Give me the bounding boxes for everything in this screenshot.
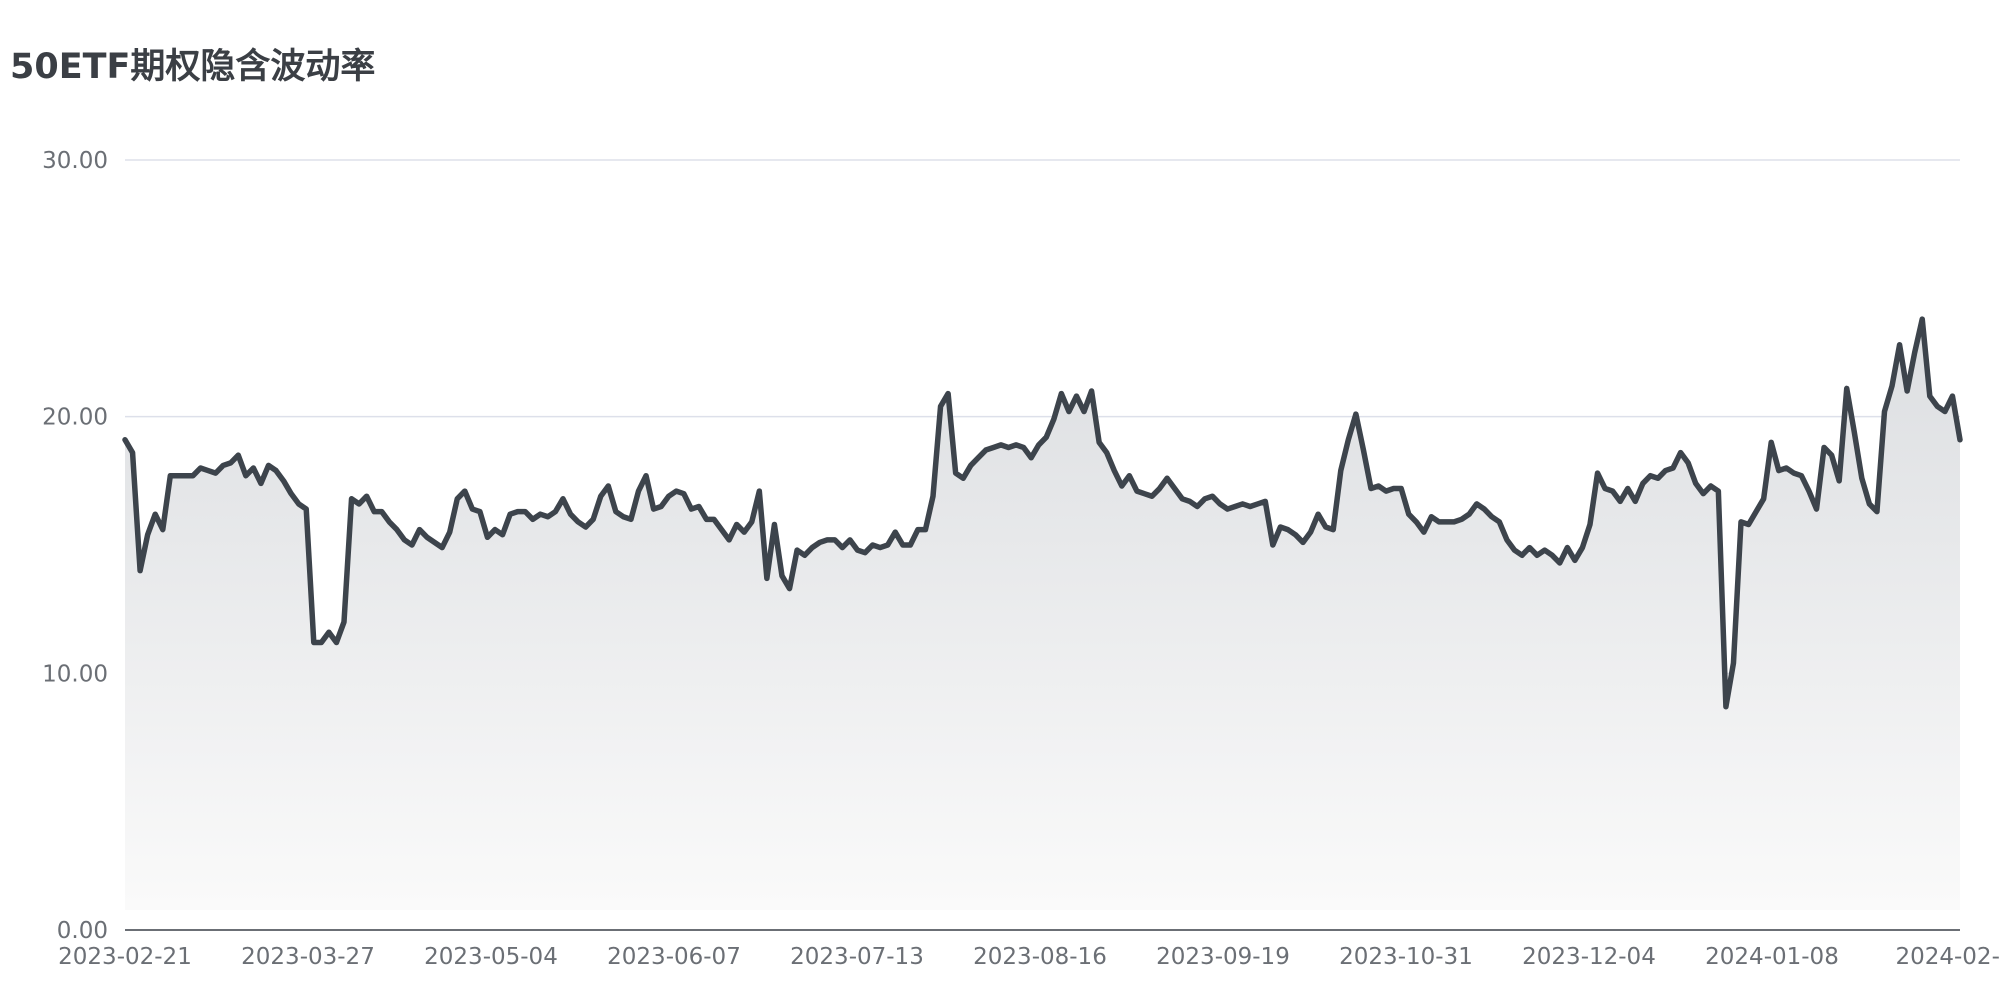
x-tick-label: 2023-10-31 <box>1339 944 1473 970</box>
y-axis-ticks: 0.00 10.00 20.00 30.00 <box>42 148 108 944</box>
x-tick-label: 2023-12-04 <box>1522 944 1656 970</box>
area-fill <box>125 319 1960 910</box>
y-tick-label: 20.00 <box>42 405 108 431</box>
x-tick-label: 2023-05-04 <box>424 944 558 970</box>
x-axis-ticks: 2023-02-21 2023-03-27 2023-05-04 2023-06-07… <box>58 944 2000 970</box>
y-tick-label: 30.00 <box>42 148 108 174</box>
x-tick-label: 2023-09-19 <box>1156 944 1290 970</box>
x-tick-label: 2024-02-1 <box>1895 944 2000 970</box>
y-tick-label: 10.00 <box>42 661 108 687</box>
x-tick-label: 2024-01-08 <box>1705 944 1839 970</box>
implied-volatility-chart: 0.00 10.00 20.00 30.00 2023-02-21 2023-03-27… <box>42 148 2000 970</box>
x-tick-label: 2023-06-07 <box>607 944 741 970</box>
x-tick-label: 2023-07-13 <box>790 944 924 970</box>
x-tick-label: 2023-02-21 <box>58 944 192 970</box>
x-tick-label: 2023-03-27 <box>241 944 375 970</box>
x-tick-label: 2023-08-16 <box>973 944 1107 970</box>
y-tick-label: 0.00 <box>57 918 108 944</box>
